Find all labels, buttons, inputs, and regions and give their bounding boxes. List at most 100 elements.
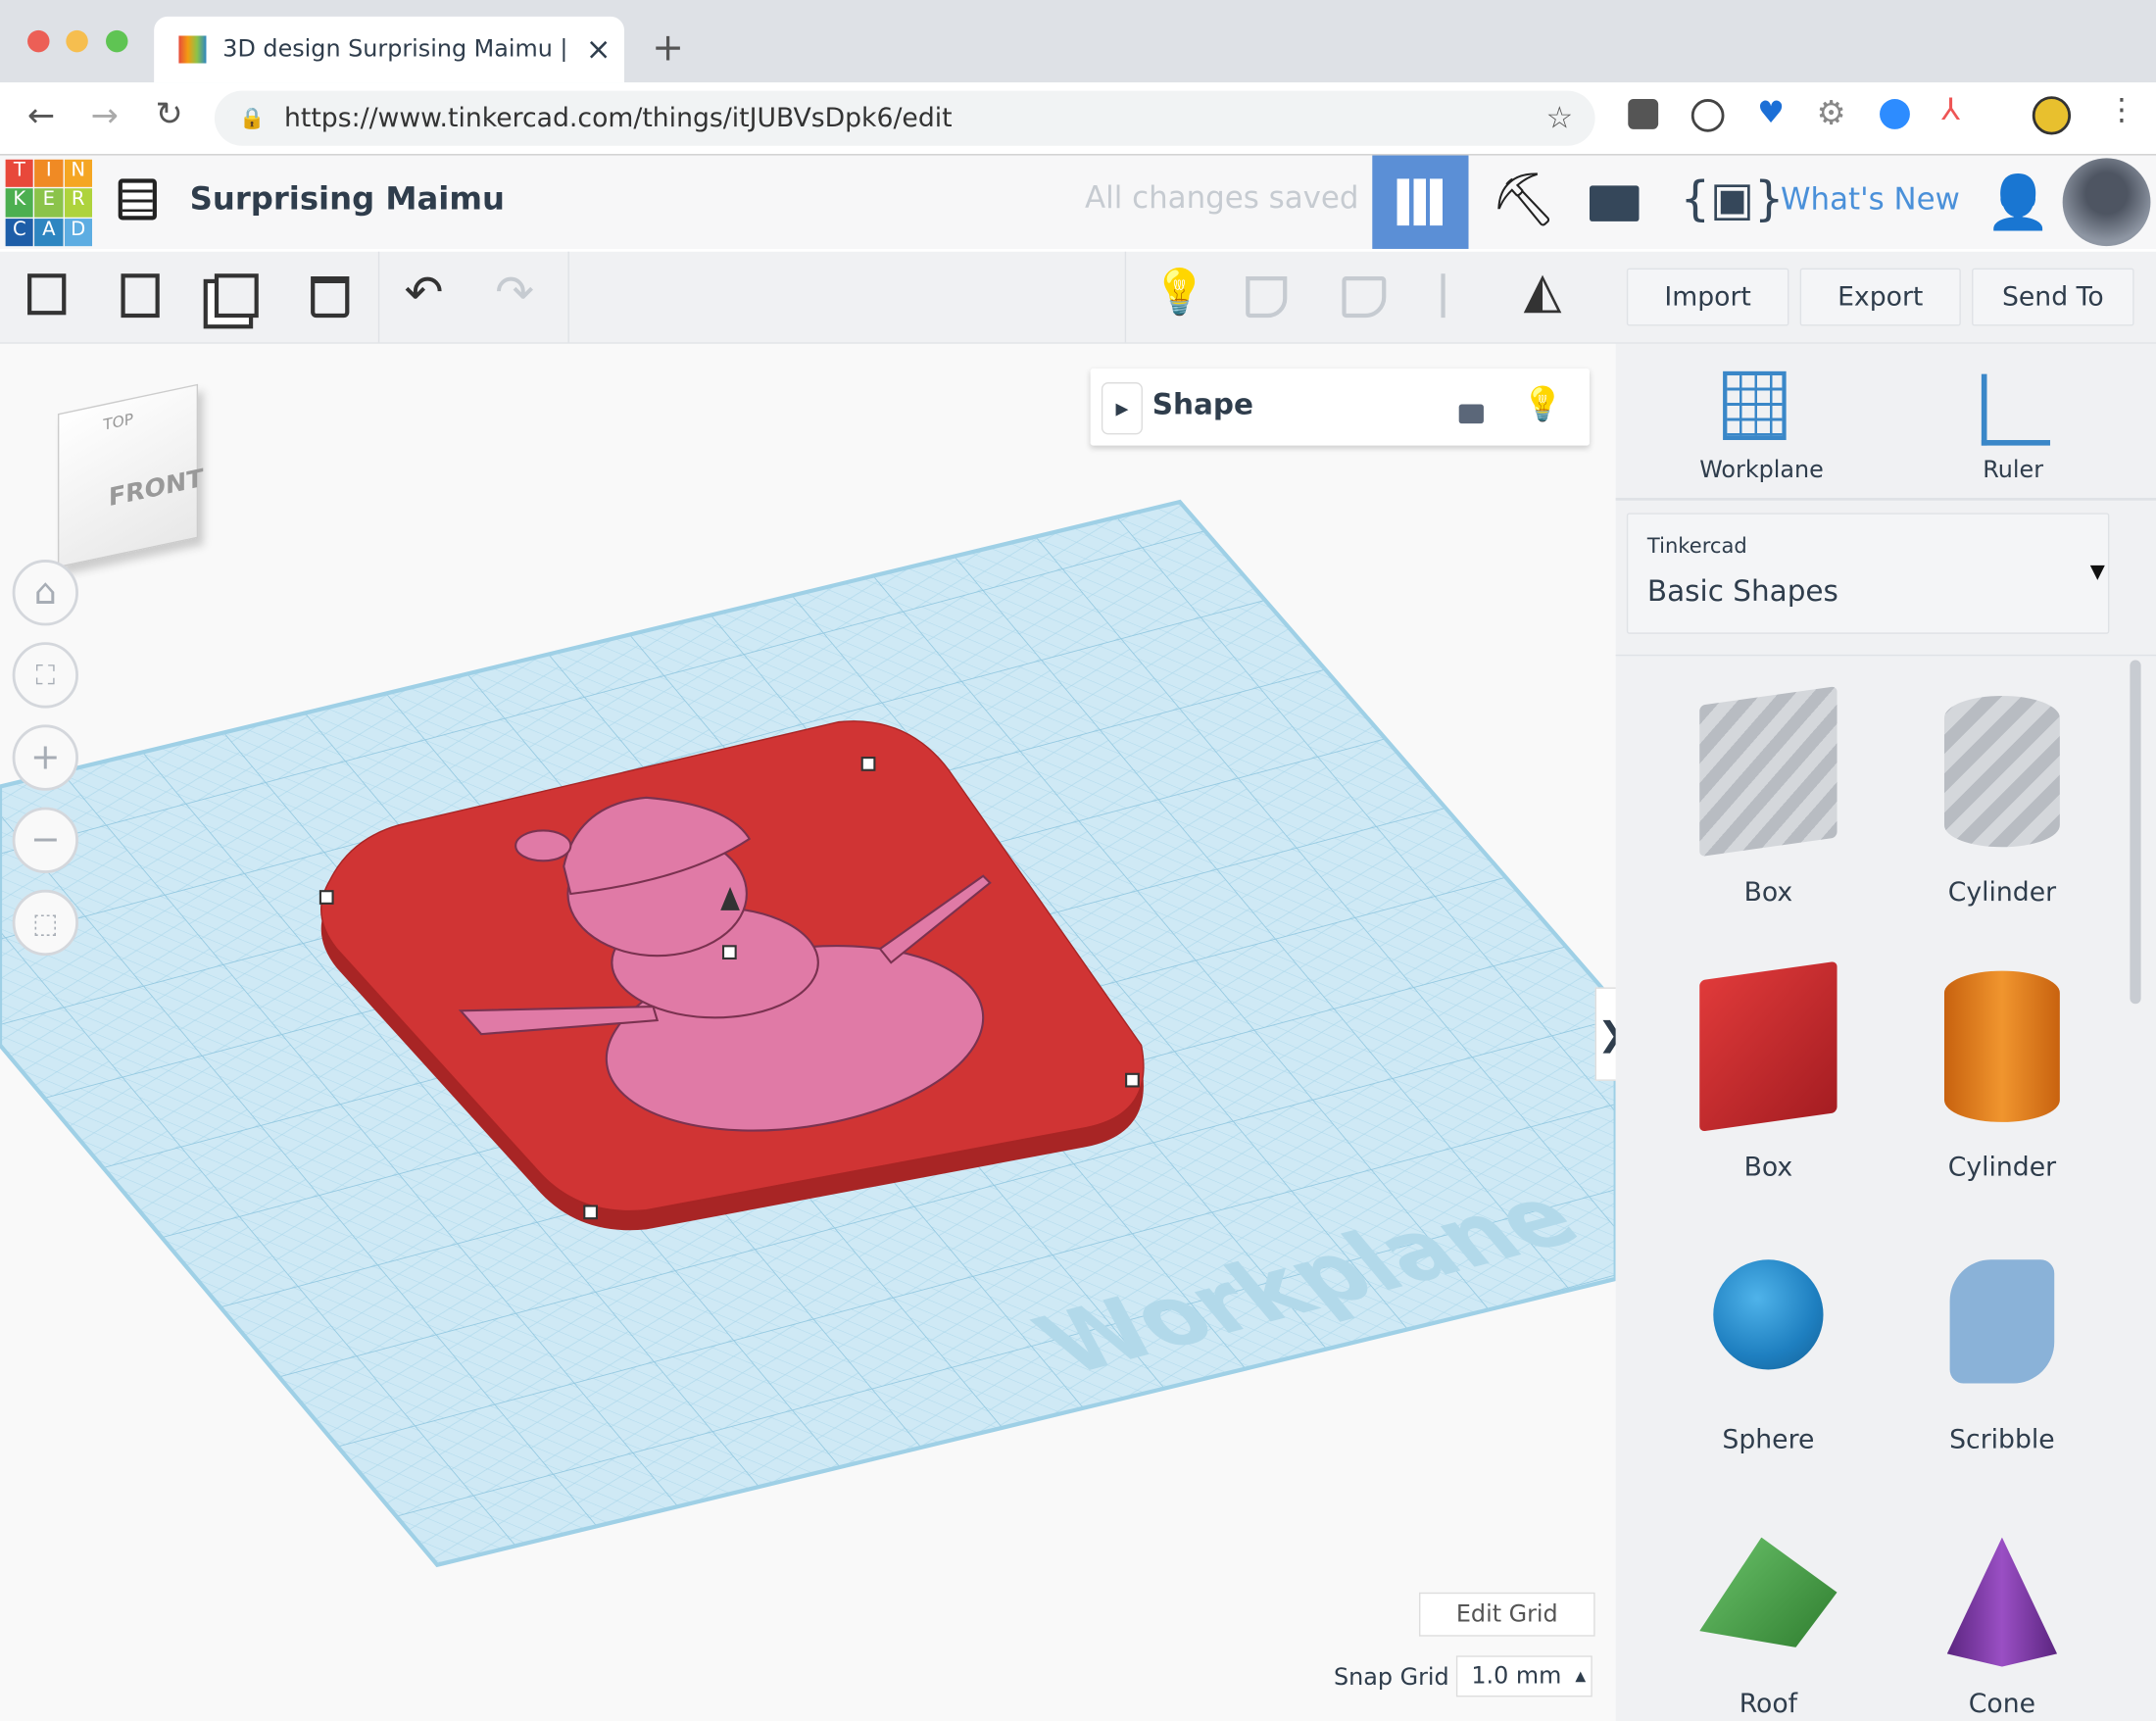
logo-letter: R	[64, 188, 93, 218]
edit-grid-button[interactable]: Edit Grid	[1418, 1592, 1595, 1637]
axes-extension-icon[interactable]: ⅄	[1941, 93, 1960, 127]
shape-box-gray[interactable]: Box	[1651, 686, 1886, 909]
fit-icon: ⛶	[35, 659, 56, 692]
expand-inspector-button[interactable]: ▶	[1101, 382, 1143, 435]
shape-scribble[interactable]: Scribble	[1886, 1259, 2120, 1454]
paste-icon[interactable]	[121, 273, 160, 319]
shape-cylinder-orange[interactable]: Cylinder	[1886, 970, 2120, 1183]
vpn-extension-icon[interactable]: ♥	[1757, 96, 1785, 130]
shape-sphere[interactable]: Sphere	[1651, 1259, 1886, 1454]
shape-cone[interactable]: Cone	[1886, 1537, 2120, 1719]
snap-grid-select[interactable]: 1.0 mm ▲	[1455, 1655, 1592, 1697]
home-view-button[interactable]: ⌂	[12, 560, 78, 626]
shape-inspector: ▶ Shape 💡	[1090, 369, 1590, 446]
warning-extension-icon[interactable]	[2032, 96, 2072, 135]
onepassword-extension-icon[interactable]	[1690, 99, 1725, 132]
caret-up-icon: ▲	[1575, 1668, 1587, 1685]
shape-label: Sphere	[1722, 1424, 1815, 1455]
view-cube-top[interactable]: TOP	[103, 410, 133, 434]
reload-icon[interactable]: ↻	[156, 95, 183, 133]
unlock-icon[interactable]	[1458, 404, 1484, 424]
browser-tab[interactable]: 3D design Surprising Maimu | T ×	[154, 16, 625, 83]
redo-icon[interactable]: ↷	[495, 266, 534, 320]
add-user-icon[interactable]: 👤	[1985, 172, 2050, 233]
logo-letter: E	[34, 188, 64, 218]
workplane-icon[interactable]	[1723, 370, 1787, 440]
shape-cylinder-gray[interactable]: Cylinder	[1886, 695, 2120, 908]
workplane-button[interactable]: Workplane	[1699, 457, 1824, 484]
minimize-window-button[interactable]	[66, 29, 88, 53]
browser-tab-bar: 3D design Surprising Maimu | T × +	[0, 0, 2156, 83]
undo-icon[interactable]: ↶	[405, 266, 444, 320]
fit-view-button[interactable]: ⛶	[12, 642, 78, 709]
snap-grid-value: 1.0 mm	[1471, 1662, 1562, 1691]
shape-label: Cylinder	[1947, 1152, 2057, 1183]
new-tab-button[interactable]: +	[652, 25, 684, 70]
3d-viewport[interactable]: Workplane TOP FRONT ⌂ ⛶ + − ⬚ ▶ Shape 💡 …	[0, 343, 1629, 1721]
logo-letter: T	[5, 159, 34, 188]
design-name[interactable]: Surprising Maimu	[190, 181, 505, 217]
shape-box-red[interactable]: Box	[1651, 960, 1886, 1183]
snap-grid-label: Snap Grid	[1334, 1663, 1449, 1692]
url-text: https://www.tinkercad.com/things/itJUBVs…	[284, 103, 953, 134]
logo-letter: D	[64, 218, 93, 247]
codeblocks-braces-icon[interactable]: {▣}	[1681, 172, 1785, 226]
tinkercad-favicon-icon	[178, 35, 207, 64]
avatar[interactable]	[2062, 158, 2151, 247]
zoom-out-button[interactable]: −	[12, 807, 78, 873]
url-input[interactable]: 🔒 https://www.tinkercad.com/things/itJUB…	[214, 90, 1595, 146]
align-icon[interactable]	[1441, 273, 1481, 319]
bookmark-star-icon[interactable]: ☆	[1545, 101, 1573, 135]
lightbulb-icon[interactable]: 💡	[1522, 385, 1563, 423]
mirror-icon[interactable]: ◭	[1524, 263, 1562, 320]
shape-label: Box	[1743, 877, 1793, 909]
workplane-grid[interactable]: Workplane	[0, 344, 1616, 1721]
import-button[interactable]: Import	[1626, 268, 1789, 326]
codeblocks-pickaxe-icon[interactable]: ⛏	[1491, 170, 1557, 231]
browser-menu-icon[interactable]: ⋮	[2107, 93, 2137, 127]
logo-letter: K	[5, 188, 34, 218]
box-icon	[1699, 960, 1838, 1132]
forward-icon[interactable]: →	[91, 96, 119, 134]
send-to-button[interactable]: Send To	[1972, 268, 2134, 326]
cylinder-icon	[1943, 970, 2060, 1122]
perspective-button[interactable]: ⬚	[12, 889, 78, 957]
export-button[interactable]: Export	[1799, 268, 1961, 326]
3d-design-view-button[interactable]	[1372, 155, 1469, 249]
ruler-button[interactable]: Ruler	[1983, 457, 2043, 484]
show-all-lightbulb-icon[interactable]: 💡	[1152, 266, 1207, 318]
pocket-extension-icon[interactable]	[1628, 99, 1659, 129]
logo-letter: N	[64, 159, 93, 188]
delete-icon[interactable]	[311, 276, 350, 319]
bricks-icon[interactable]	[1589, 185, 1640, 221]
group-icon[interactable]	[1246, 276, 1288, 319]
tinkercad-logo[interactable]: T I N K E R C A D	[5, 159, 93, 247]
cone-icon	[1946, 1537, 2058, 1667]
close-tab-icon[interactable]: ×	[586, 32, 612, 67]
sphere-icon	[1713, 1259, 1824, 1370]
shape-label: Box	[1743, 1152, 1793, 1183]
zoom-in-button[interactable]: +	[12, 724, 78, 791]
shape-library-select[interactable]: Tinkercad Basic Shapes ▼	[1626, 513, 2110, 634]
shapes-scrollbar[interactable]	[2130, 660, 2141, 1005]
copy-icon[interactable]	[27, 273, 67, 316]
maximize-window-button[interactable]	[106, 29, 128, 53]
design-list-icon[interactable]	[118, 178, 157, 221]
zoom-extension-icon[interactable]	[1880, 99, 1910, 129]
view-cube[interactable]: TOP FRONT	[57, 383, 203, 568]
whats-new-link[interactable]: What's New	[1781, 183, 1960, 218]
close-window-button[interactable]	[27, 29, 50, 53]
inspector-title: Shape	[1152, 387, 1253, 421]
roof-icon	[1699, 1537, 1838, 1647]
logo-letter: I	[34, 159, 64, 188]
cylinder-icon	[1943, 695, 2060, 848]
shape-label: Cone	[1968, 1689, 2036, 1719]
ruler-icon[interactable]	[1981, 373, 2051, 446]
settings-extension-icon[interactable]: ⚙	[1816, 93, 1845, 131]
back-icon[interactable]: ←	[27, 96, 55, 134]
view-cube-front[interactable]: FRONT	[109, 464, 204, 513]
scribble-icon	[1949, 1259, 2055, 1384]
shape-roof[interactable]: Roof	[1651, 1537, 1886, 1719]
ungroup-icon[interactable]	[1342, 276, 1387, 319]
duplicate-icon[interactable]	[214, 273, 259, 319]
